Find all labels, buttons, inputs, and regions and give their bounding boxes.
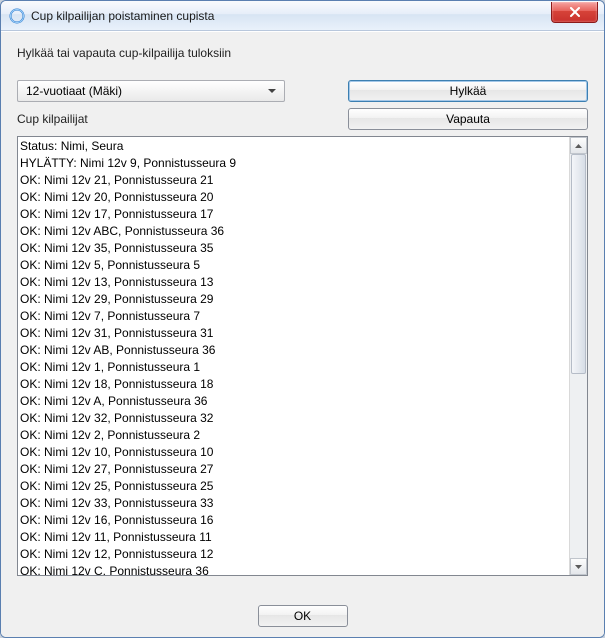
list-item[interactable]: OK: Nimi 12v 5, Ponnistusseura 5 [20, 257, 568, 274]
list-item[interactable]: OK: Nimi 12v 25, Ponnistusseura 25 [20, 478, 568, 495]
button-label: OK [294, 609, 311, 623]
scrollbar-track[interactable] [570, 154, 587, 558]
list-item[interactable]: OK: Nimi 12v 29, Ponnistusseura 29 [20, 291, 568, 308]
chevron-up-icon [575, 144, 582, 148]
chevron-down-icon [575, 565, 582, 569]
instruction-text: Hylkää tai vapauta cup-kilpailija tuloks… [17, 46, 588, 60]
top-row: 12-vuotiaat (Mäki) Hylkää [17, 80, 588, 102]
list-item[interactable]: OK: Nimi 12v 10, Ponnistusseura 10 [20, 444, 568, 461]
close-button[interactable] [551, 2, 598, 23]
list-item[interactable]: Status: Nimi, Seura [20, 138, 568, 155]
titlebar[interactable]: Cup kilpailijan poistaminen cupista [1, 1, 604, 31]
list-item[interactable]: OK: Nimi 12v 1, Ponnistusseura 1 [20, 359, 568, 376]
scroll-down-button[interactable] [570, 558, 587, 575]
list-item[interactable]: OK: Nimi 12v 17, Ponnistusseura 17 [20, 206, 568, 223]
list-item[interactable]: OK: Nimi 12v 27, Ponnistusseura 27 [20, 461, 568, 478]
release-button[interactable]: Vapauta [348, 108, 588, 130]
bottom-bar: OK [1, 595, 604, 637]
list-item[interactable]: HYLÄTTY: Nimi 12v 9, Ponnistusseura 9 [20, 155, 568, 172]
list-item[interactable]: OK: Nimi 12v A, Ponnistusseura 36 [20, 393, 568, 410]
list-item[interactable]: OK: Nimi 12v 35, Ponnistusseura 35 [20, 240, 568, 257]
scroll-up-button[interactable] [570, 137, 587, 154]
second-row: Cup kilpailijat Vapauta [17, 108, 588, 130]
ok-button[interactable]: OK [258, 605, 348, 627]
list-item[interactable]: OK: Nimi 12v 2, Ponnistusseura 2 [20, 427, 568, 444]
list-item[interactable]: OK: Nimi 12v 20, Ponnistusseura 20 [20, 189, 568, 206]
list-item[interactable]: OK: Nimi 12v C, Ponnistusseura 36 [20, 563, 568, 575]
list-item[interactable]: OK: Nimi 12v 32, Ponnistusseura 32 [20, 410, 568, 427]
list-item[interactable]: OK: Nimi 12v 13, Ponnistusseura 13 [20, 274, 568, 291]
scrollbar-thumb[interactable] [571, 154, 586, 374]
list-item[interactable]: OK: Nimi 12v ABC, Ponnistusseura 36 [20, 223, 568, 240]
window-title: Cup kilpailijan poistaminen cupista [31, 9, 551, 23]
dialog-window: Cup kilpailijan poistaminen cupista Hylk… [0, 0, 605, 638]
list-item[interactable]: OK: Nimi 12v 33, Ponnistusseura 33 [20, 495, 568, 512]
list-item[interactable]: OK: Nimi 12v 11, Ponnistusseura 11 [20, 529, 568, 546]
age-group-combo[interactable]: 12-vuotiaat (Mäki) [17, 80, 285, 102]
list-label: Cup kilpailijat [17, 112, 88, 126]
chevron-down-icon [264, 81, 280, 101]
button-label: Vapauta [446, 112, 490, 126]
list-item[interactable]: OK: Nimi 12v AB, Ponnistusseura 36 [20, 342, 568, 359]
list-item[interactable]: OK: Nimi 12v 12, Ponnistusseura 12 [20, 546, 568, 563]
vertical-scrollbar[interactable] [569, 137, 587, 575]
reject-button[interactable]: Hylkää [348, 80, 588, 102]
list-item[interactable]: OK: Nimi 12v 18, Ponnistusseura 18 [20, 376, 568, 393]
list-item[interactable]: OK: Nimi 12v 31, Ponnistusseura 31 [20, 325, 568, 342]
list-item[interactable]: OK: Nimi 12v 16, Ponnistusseura 16 [20, 512, 568, 529]
list-item[interactable]: OK: Nimi 12v 21, Ponnistusseura 21 [20, 172, 568, 189]
app-icon [9, 8, 25, 24]
competitor-listbox[interactable]: Status: Nimi, SeuraHYLÄTTY: Nimi 12v 9, … [17, 136, 588, 576]
button-label: Hylkää [450, 84, 487, 98]
client-area: Hylkää tai vapauta cup-kilpailija tuloks… [1, 31, 604, 637]
combo-selected-text: 12-vuotiaat (Mäki) [26, 84, 264, 98]
list-item[interactable]: OK: Nimi 12v 7, Ponnistusseura 7 [20, 308, 568, 325]
close-icon [569, 7, 581, 17]
listbox-viewport: Status: Nimi, SeuraHYLÄTTY: Nimi 12v 9, … [18, 137, 570, 575]
